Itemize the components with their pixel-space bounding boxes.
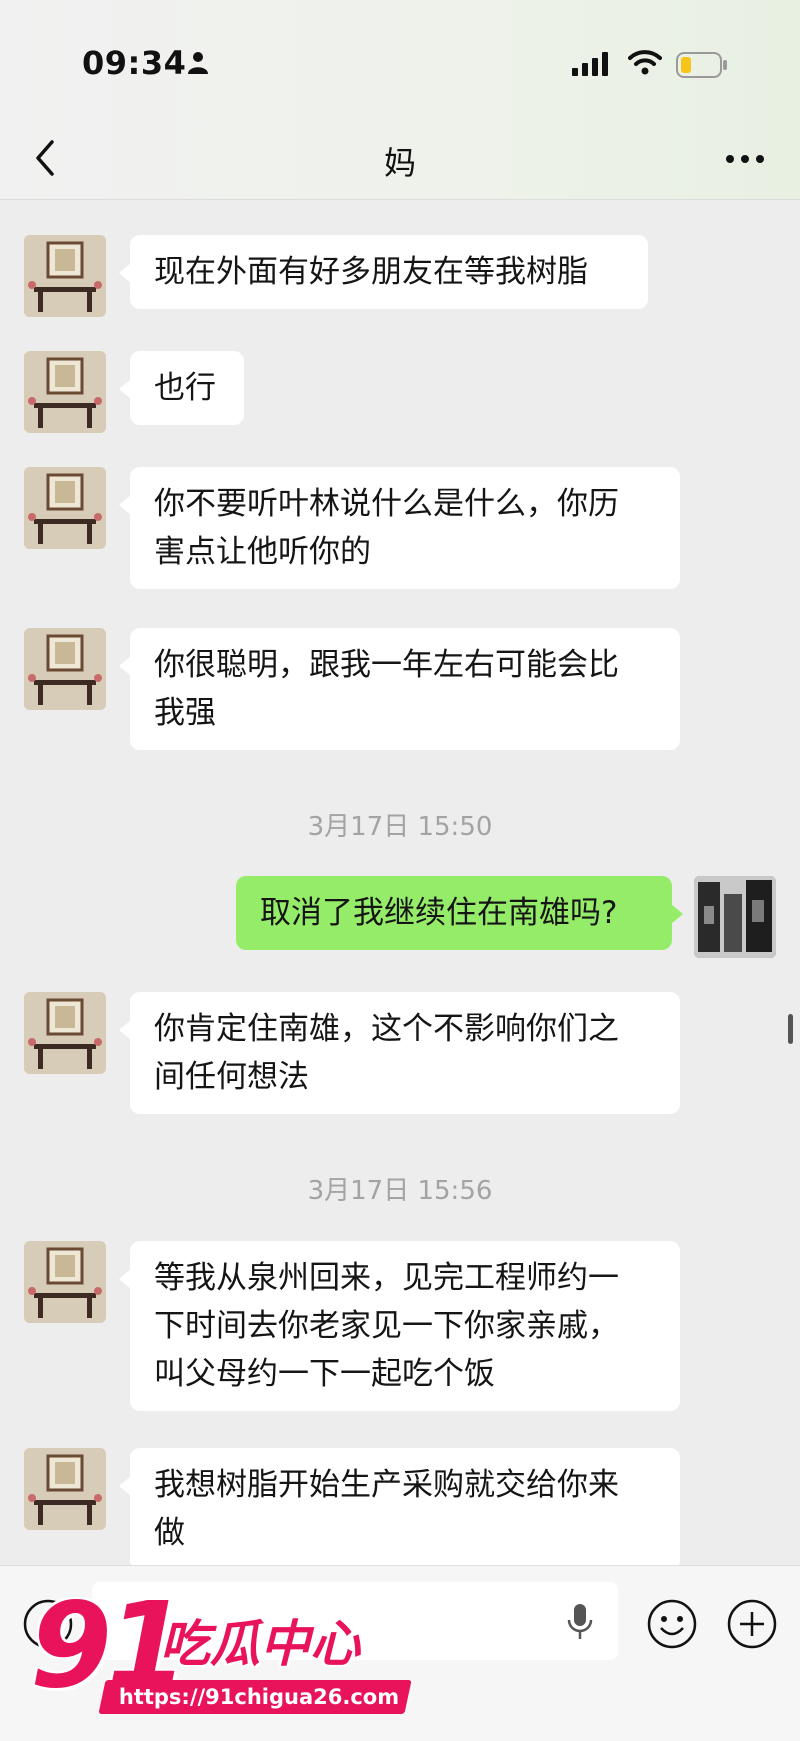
- avatar-icon: [24, 1241, 106, 1323]
- avatar-icon: [24, 467, 106, 549]
- message-bubble[interactable]: 你肯定住南雄，这个不影响你们之 间任何想法: [119, 992, 680, 1114]
- message-bubble[interactable]: 也行: [119, 351, 244, 425]
- message-bubble[interactable]: 等我从泉州回来，见完工程师约一 下时间去你老家见一下你家亲戚， 叫父母约一下一起…: [119, 1241, 680, 1411]
- message-bubble[interactable]: 你不要听叶林说什么是什么，你历 害点让他听你的: [119, 467, 680, 589]
- message-bubble-mine[interactable]: 取消了我继续住在南雄吗?: [236, 876, 683, 950]
- avatar[interactable]: [24, 1241, 106, 1323]
- avatar[interactable]: [24, 351, 106, 433]
- avatar-icon: [24, 235, 106, 317]
- status-bar: 09:34: [0, 0, 800, 120]
- avatar-icon: [24, 351, 106, 433]
- emoji-icon[interactable]: [646, 1598, 698, 1650]
- wifi-icon: [628, 50, 662, 75]
- battery-icon: [676, 52, 727, 78]
- watermark-url: https://91chigua26.com: [118, 1685, 400, 1709]
- signal-icon: [572, 52, 608, 76]
- status-time: 09:34: [82, 44, 187, 82]
- avatar[interactable]: [24, 1448, 106, 1530]
- avatar[interactable]: [24, 628, 106, 710]
- avatar[interactable]: [24, 235, 106, 317]
- plus-icon[interactable]: [726, 1598, 778, 1650]
- my-avatar-icon: [694, 876, 776, 958]
- chat-title: 妈: [383, 144, 416, 182]
- avatar-icon: [24, 1448, 106, 1530]
- message-timestamp: 3月17日 15:56: [307, 1176, 493, 1206]
- message-bubble[interactable]: 我想树脂开始生产采购就交给你来 做: [119, 1448, 680, 1570]
- chat-header: 妈: [0, 120, 800, 200]
- chat-messages[interactable]: 现在外面有好多朋友在等我树脂 也行 你不要听叶林说什么是什么，你历 害点让他听你…: [0, 200, 800, 1570]
- message-timestamp: 3月17日 15:50: [307, 812, 493, 842]
- person-icon: [188, 52, 208, 74]
- message-bubble[interactable]: 你很聪明，跟我一年左右可能会比 我强: [119, 628, 680, 750]
- scrollbar[interactable]: [788, 1014, 793, 1044]
- avatar-icon: [24, 992, 106, 1074]
- watermark: 91 吃瓜中心 https://91chigua26.com: [30, 1576, 412, 1720]
- more-icon[interactable]: [722, 144, 768, 174]
- my-avatar[interactable]: [694, 876, 776, 958]
- watermark-brand: 吃瓜中心: [160, 1615, 360, 1673]
- avatar-icon: [24, 628, 106, 710]
- message-bubble[interactable]: 现在外面有好多朋友在等我树脂: [119, 235, 648, 309]
- avatar[interactable]: [24, 467, 106, 549]
- mic-icon[interactable]: [566, 1602, 594, 1642]
- avatar[interactable]: [24, 992, 106, 1074]
